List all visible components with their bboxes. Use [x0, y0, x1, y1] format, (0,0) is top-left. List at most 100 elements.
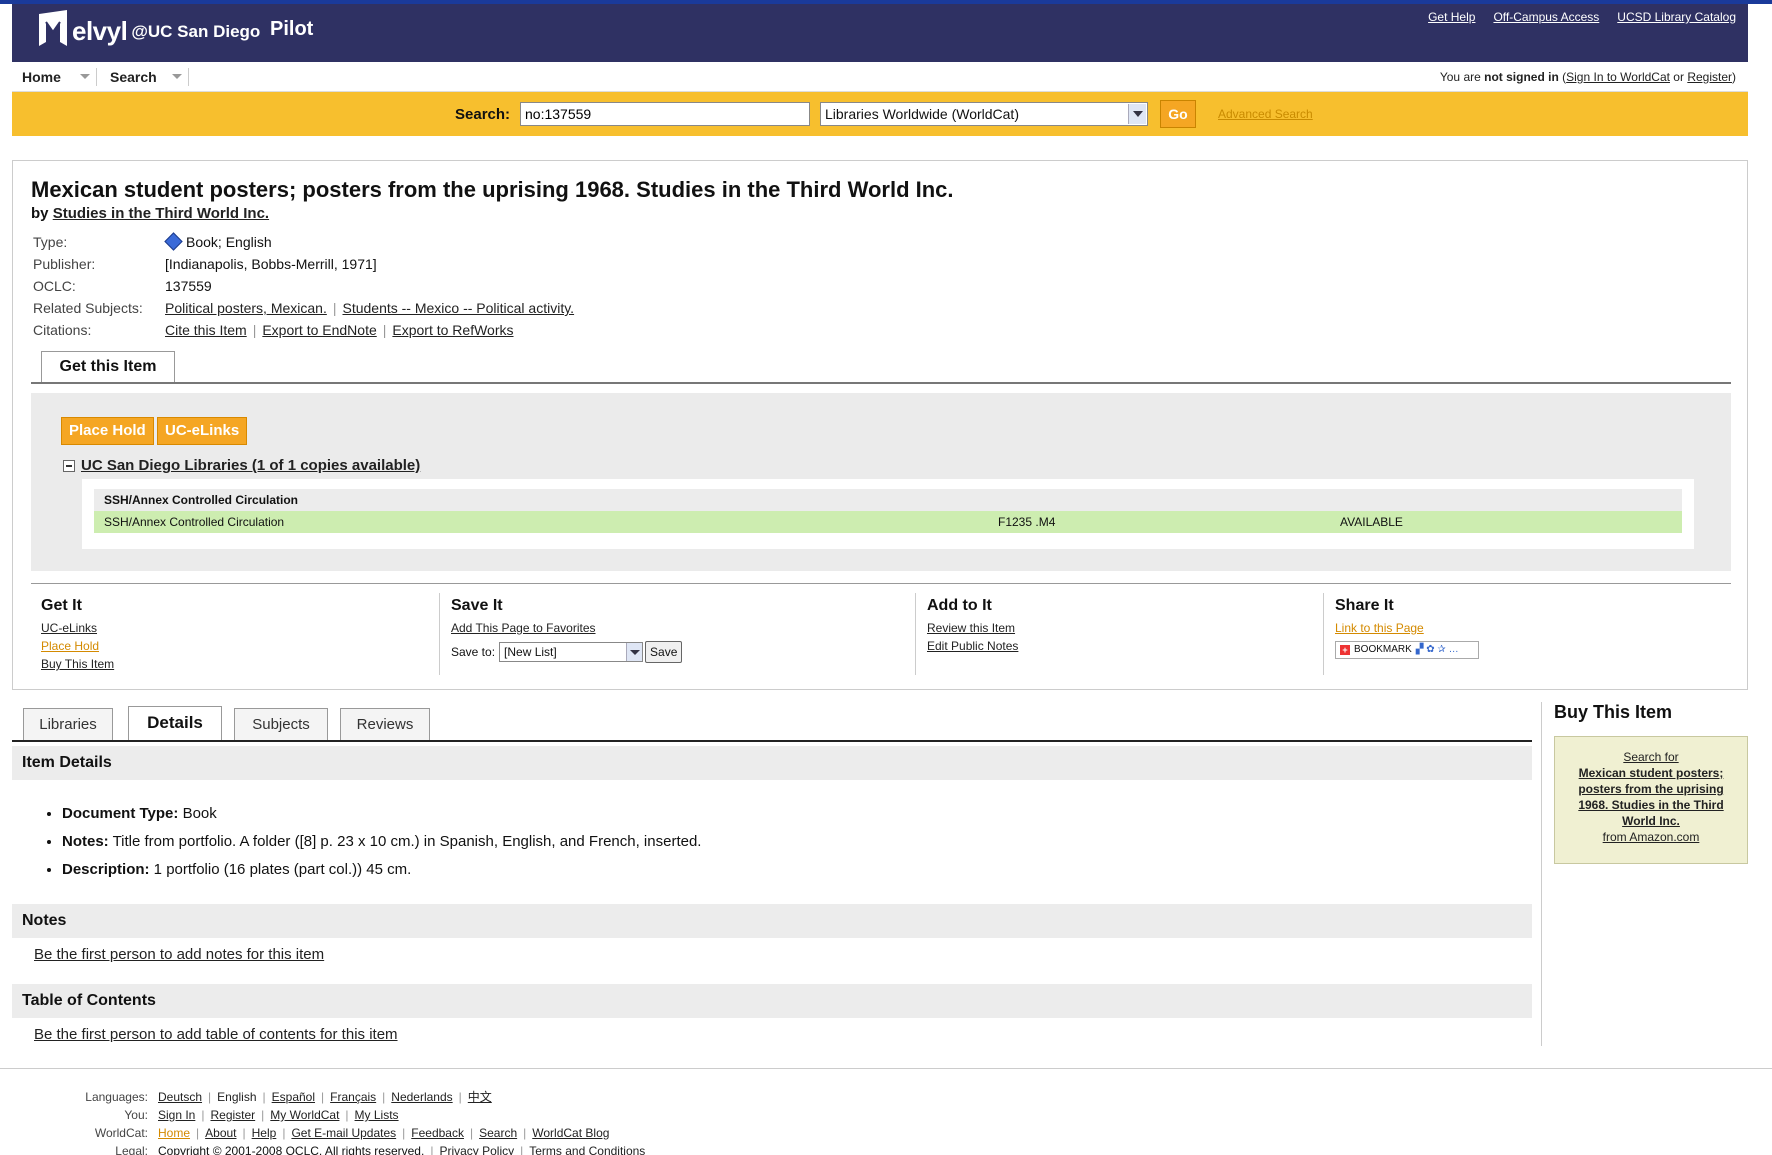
buy-item-link[interactable]: Buy This Item: [41, 655, 114, 673]
tab-subjects[interactable]: Subjects: [234, 708, 328, 741]
library-link[interactable]: UC San Diego Libraries (1 of 1 copies av…: [81, 457, 420, 474]
detail-key: Description:: [62, 861, 150, 878]
table-row: SSH/Annex Controlled Circulation F1235 .…: [94, 511, 1682, 533]
worldcat-blog-link[interactable]: WorldCat Blog: [532, 1126, 609, 1140]
bookmark-label: BOOKMARK: [1354, 644, 1412, 655]
bookmark-button[interactable]: + BOOKMARK ▞ ✿ ✰ …: [1335, 641, 1479, 659]
actions-divider: [31, 583, 1731, 584]
footer-help-link[interactable]: Help: [252, 1126, 277, 1140]
export-endnote-link[interactable]: Export to EndNote: [262, 322, 376, 338]
review-item-link[interactable]: Review this Item: [927, 619, 1018, 637]
nav-separator: [96, 68, 97, 86]
amazon-link[interactable]: from Amazon.com: [1563, 829, 1739, 845]
list-item: Description: 1 portfolio (16 plates (par…: [62, 856, 701, 884]
signin-paren-close: ): [1732, 70, 1736, 84]
chevron-down-icon[interactable]: [626, 643, 643, 661]
add-toc-link[interactable]: Be the first person to add table of cont…: [34, 1026, 398, 1043]
collapse-icon[interactable]: [63, 459, 75, 472]
signin-bold: not signed in: [1484, 70, 1559, 84]
save-button[interactable]: Save: [645, 641, 683, 663]
melvyl-m-icon: [36, 10, 70, 50]
lang-francais[interactable]: Français: [330, 1090, 376, 1104]
uc-elinks-link[interactable]: UC-eLinks: [41, 619, 114, 637]
go-button[interactable]: Go: [1160, 100, 1196, 128]
footer-home-link[interactable]: Home: [158, 1126, 190, 1140]
lang-nederlands[interactable]: Nederlands: [391, 1090, 452, 1104]
get-it-title: Get It: [41, 597, 82, 614]
detail-value: Title from portfolio. A folder ([8] p. 2…: [108, 833, 702, 850]
tab-reviews[interactable]: Reviews: [340, 708, 430, 741]
copyright-text: Copyright © 2001-2008 OCLC. All rights r…: [158, 1144, 425, 1155]
get-help-link[interactable]: Get Help: [1428, 10, 1475, 24]
my-lists-link[interactable]: My Lists: [355, 1108, 399, 1122]
add-favorites-link[interactable]: Add This Page to Favorites: [451, 619, 682, 637]
holdings-header-row: SSH/Annex Controlled Circulation: [94, 489, 1682, 511]
footer-search-link[interactable]: Search: [479, 1126, 517, 1140]
edit-notes-link[interactable]: Edit Public Notes: [927, 637, 1018, 655]
holdings-table: SSH/Annex Controlled Circulation SSH/Ann…: [82, 479, 1694, 549]
record-metadata: Type: Book; English Publisher: [Indianap…: [33, 231, 574, 341]
plus-icon: +: [1340, 645, 1350, 655]
register-link[interactable]: Register: [1687, 70, 1732, 84]
lang-chinese[interactable]: 中文: [468, 1090, 492, 1104]
author-link[interactable]: Studies in the Third World Inc.: [53, 205, 269, 222]
scope-value: Libraries Worldwide (WorldCat): [825, 106, 1019, 122]
tab-details[interactable]: Details: [128, 706, 222, 741]
export-refworks-link[interactable]: Export to RefWorks: [392, 322, 513, 338]
tab-libraries[interactable]: Libraries: [23, 708, 113, 741]
search-bar: Search: Libraries Worldwide (WorldCat) G…: [12, 92, 1748, 136]
subject-link[interactable]: Political posters, Mexican.: [165, 300, 327, 316]
search-dropdown-icon[interactable]: [172, 74, 182, 79]
add-notes-link[interactable]: Be the first person to add notes for thi…: [34, 946, 324, 963]
citations-label: Citations:: [33, 322, 92, 338]
holding-callno: F1235 .M4: [998, 515, 1056, 529]
link-page-link[interactable]: Link to this Page: [1335, 619, 1479, 637]
email-updates-link[interactable]: Get E-mail Updates: [291, 1126, 396, 1140]
toc-heading: Table of Contents: [12, 984, 1532, 1018]
place-hold-link[interactable]: Place Hold: [41, 637, 114, 655]
terms-link[interactable]: Terms and Conditions: [529, 1144, 645, 1155]
lang-deutsch[interactable]: Deutsch: [158, 1090, 202, 1104]
ucsd-catalog-link[interactable]: UCSD Library Catalog: [1617, 10, 1736, 24]
list-select[interactable]: [New List]: [499, 642, 644, 662]
off-campus-link[interactable]: Off-Campus Access: [1493, 10, 1599, 24]
signin-or: or: [1669, 70, 1688, 84]
detail-tabs: Libraries Details Subjects Reviews: [12, 706, 1532, 742]
nav-search[interactable]: Search: [110, 62, 157, 92]
item-details-list: Document Type: Book Notes: Title from po…: [62, 800, 701, 884]
tab-get-this-item[interactable]: Get this Item: [41, 351, 175, 383]
place-hold-button[interactable]: Place Hold: [61, 417, 154, 445]
chevron-down-icon[interactable]: [1128, 104, 1146, 124]
feedback-link[interactable]: Feedback: [411, 1126, 464, 1140]
search-label: Search:: [455, 106, 511, 123]
amazon-title-link[interactable]: Mexican student posters; posters from th…: [1563, 765, 1739, 829]
library-heading[interactable]: UC San Diego Libraries (1 of 1 copies av…: [63, 457, 420, 474]
type-label: Type:: [33, 234, 68, 250]
footer-signin-link[interactable]: Sign In: [158, 1108, 195, 1122]
footer-about-link[interactable]: About: [205, 1126, 236, 1140]
signin-link[interactable]: Sign In to WorldCat: [1566, 70, 1670, 84]
save-it-column: Save It Add This Page to Favorites Save …: [451, 593, 683, 685]
nav-home[interactable]: Home: [22, 62, 61, 92]
cite-item-link[interactable]: Cite this Item: [165, 322, 247, 338]
save-it-title: Save It: [451, 597, 503, 614]
nav-bar: Home Search You are not signed in (Sign …: [12, 62, 1748, 92]
record-panel: Mexican student posters; posters from th…: [12, 160, 1748, 690]
subject-link[interactable]: Students -- Mexico -- Political activity…: [342, 300, 574, 316]
footer-register-link[interactable]: Register: [210, 1108, 255, 1122]
uc-elinks-button[interactable]: UC-eLinks: [157, 417, 248, 445]
lang-espanol[interactable]: Español: [272, 1090, 315, 1104]
holdings-panel: Place Hold UC-eLinks UC San Diego Librar…: [31, 393, 1731, 571]
list-item: Document Type: Book: [62, 800, 701, 828]
search-for-link[interactable]: Search for: [1563, 749, 1739, 765]
home-dropdown-icon[interactable]: [80, 74, 90, 79]
advanced-search-link[interactable]: Advanced Search: [1218, 107, 1313, 121]
melvyl-logo[interactable]: elvyl @UC San Diego: [36, 10, 260, 50]
share-services-icon: ▞ ✿ ✰ …: [1415, 644, 1459, 655]
column-separator: [1323, 593, 1324, 675]
search-scope-select[interactable]: Libraries Worldwide (WorldCat): [820, 102, 1148, 126]
my-worldcat-link[interactable]: My WorldCat: [270, 1108, 339, 1122]
privacy-link[interactable]: Privacy Policy: [439, 1144, 514, 1155]
oclc-label: OCLC:: [33, 278, 76, 294]
search-input[interactable]: [520, 102, 810, 126]
